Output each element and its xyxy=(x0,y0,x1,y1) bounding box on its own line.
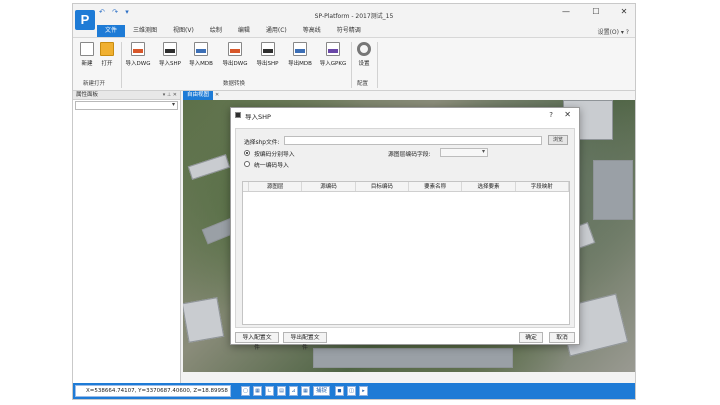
close-icon[interactable]: ✕ xyxy=(564,110,571,119)
grid-toggle-icon[interactable]: ▦ xyxy=(301,386,310,396)
settings-menu[interactable]: 设置(O) ▾ ? xyxy=(598,27,629,36)
snap-point-icon[interactable]: ◼ xyxy=(335,386,344,396)
dialog-title-bar: 导入SHP ? ✕ xyxy=(231,108,579,123)
field-mapping-table[interactable]: 源图层 源编码 目标编码 要素名称 选择要素 字段映射 xyxy=(242,181,570,325)
building xyxy=(313,348,513,368)
shp-file-icon xyxy=(163,42,177,56)
more-options-icon[interactable]: ▸ xyxy=(359,386,368,396)
building xyxy=(183,297,225,343)
settings-button[interactable]: 设置 xyxy=(356,42,372,67)
tab-edit[interactable]: 编辑 xyxy=(230,25,258,37)
building xyxy=(593,160,633,220)
new-button[interactable]: 新建 xyxy=(79,42,95,67)
import-mdb-button[interactable]: 导入MDB xyxy=(186,42,216,67)
tab-view[interactable]: 视图(V) xyxy=(165,25,202,37)
gear-icon xyxy=(357,42,371,56)
property-object-select[interactable] xyxy=(75,101,178,110)
snap-grid-icon[interactable]: ▦ xyxy=(253,386,262,396)
building xyxy=(187,154,231,180)
radio-unified-code[interactable] xyxy=(244,161,250,167)
source-field-label: 源图层编码字段: xyxy=(388,152,431,158)
layer-icon[interactable]: ▤ xyxy=(277,386,286,396)
ortho-toggle-icon[interactable]: ▢ xyxy=(241,386,250,396)
select-file-label: 选择shp文件: xyxy=(244,140,280,146)
import-dwg-button[interactable]: 导入DWG xyxy=(123,42,153,67)
column-select-feature[interactable]: 选择要素 xyxy=(462,182,516,191)
dialog-footer: 导入配置文件 导出配置文件 确定 取消 xyxy=(231,330,579,351)
export-shp-button[interactable]: 导出SHP xyxy=(253,42,282,67)
dwg-export-icon xyxy=(228,42,242,56)
property-panel: 属性面板 ▾ ⊥ ✕ xyxy=(73,91,181,383)
tab-free-view[interactable]: 自由视图 xyxy=(183,91,214,100)
dialog-title: 导入SHP xyxy=(245,113,271,121)
snap-toggle[interactable]: 捕捉 xyxy=(313,386,331,396)
import-shp-button[interactable]: 导入SHP xyxy=(156,42,184,67)
tab-3d-mapping[interactable]: 三维测图 xyxy=(125,25,165,37)
column-field-mapping[interactable]: 字段映射 xyxy=(516,182,569,191)
status-bar: X=538664.74107, Y=3370687.40600, Z=18.89… xyxy=(73,383,635,399)
tab-draw[interactable]: 绘制 xyxy=(202,25,230,37)
export-config-button[interactable]: 导出配置文件 xyxy=(283,332,327,351)
new-file-icon xyxy=(80,42,94,56)
column-source-layer[interactable]: 源图层 xyxy=(249,182,303,191)
ribbon-tabs: 文件 三维测图 视图(V) 绘制 编辑 通用(C) 等高线 符号精调 xyxy=(97,25,369,37)
help-icon[interactable]: ? xyxy=(549,111,553,119)
open-folder-icon xyxy=(100,42,114,56)
coordinate-readout: X=538664.74107, Y=3370687.40600, Z=18.89… xyxy=(75,385,231,397)
mdb-file-icon xyxy=(194,42,208,56)
radio-by-code-label: 按编码分别导入 xyxy=(254,152,295,158)
view-tab-close-icon[interactable]: ✕ xyxy=(215,91,219,100)
gpkg-file-icon xyxy=(326,42,340,56)
open-button[interactable]: 打开 xyxy=(99,42,115,67)
shp-file-path-input[interactable] xyxy=(284,136,542,145)
export-dwg-button[interactable]: 导出DWG xyxy=(220,42,250,67)
tab-contour[interactable]: 等高线 xyxy=(295,25,329,37)
group-separator xyxy=(351,42,352,88)
import-config-button[interactable]: 导入配置文件 xyxy=(235,332,279,351)
radio-by-code[interactable] xyxy=(244,150,250,156)
title-bar: P ↶ ↷ ▾ SP-Platform - 2017测试_15 — ☐ ✕ xyxy=(73,4,635,30)
shp-dialog-icon xyxy=(235,112,241,118)
group-label-config: 配置 xyxy=(357,81,369,87)
mdb-export-icon xyxy=(293,42,307,56)
group-separator xyxy=(121,42,122,88)
group-label-new-open: 新建打开 xyxy=(83,81,106,87)
tab-common[interactable]: 通用(C) xyxy=(258,25,295,37)
dwg-file-icon xyxy=(131,42,145,56)
property-panel-header: 属性面板 ▾ ⊥ ✕ xyxy=(73,91,180,100)
browse-button[interactable]: 浏览 xyxy=(548,135,568,145)
tab-symbol-tuning[interactable]: 符号精调 xyxy=(329,25,369,37)
minimize-icon[interactable]: — xyxy=(559,7,573,16)
angle-icon[interactable]: ∟ xyxy=(265,386,274,396)
window-title: SP-Platform - 2017测试_15 xyxy=(314,13,394,20)
measure-icon[interactable]: ⊿ xyxy=(289,386,298,396)
cancel-button[interactable]: 取消 xyxy=(549,332,575,343)
shp-export-icon xyxy=(260,42,275,56)
tab-file[interactable]: 文件 xyxy=(97,25,126,37)
ok-button[interactable]: 确定 xyxy=(519,332,543,343)
dialog-body: 选择shp文件: 浏览 按编码分别导入 统一编码导入 源图层编码字段: 源图层 … xyxy=(235,128,575,328)
table-header: 源图层 源编码 目标编码 要素名称 选择要素 字段映射 xyxy=(243,182,569,192)
track-icon[interactable]: ◫ xyxy=(347,386,356,396)
window-close-icon[interactable]: ✕ xyxy=(617,7,631,16)
radio-unified-code-label: 统一编码导入 xyxy=(254,163,289,169)
import-shp-dialog: 导入SHP ? ✕ 选择shp文件: 浏览 按编码分别导入 统一编码导入 源图层… xyxy=(230,107,580,351)
column-source-code[interactable]: 源编码 xyxy=(302,182,356,191)
column-target-code[interactable]: 目标编码 xyxy=(356,182,409,191)
source-field-select[interactable] xyxy=(440,148,488,157)
export-mdb-button[interactable]: 导出MDB xyxy=(285,42,315,67)
group-label-data-convert: 数据转换 xyxy=(223,81,246,87)
panel-pin-icon[interactable]: ▾ ⊥ ✕ xyxy=(163,91,177,100)
ribbon-panel: 新建 打开 新建打开 导入DWG 导入SHP 导入MDB 导出DWG 导出SHP xyxy=(73,37,635,91)
maximize-icon[interactable]: ☐ xyxy=(589,7,603,16)
group-separator xyxy=(377,42,378,88)
column-feature-name[interactable]: 要素名称 xyxy=(409,182,463,191)
import-gpkg-button[interactable]: 导入GPKG xyxy=(317,42,349,67)
